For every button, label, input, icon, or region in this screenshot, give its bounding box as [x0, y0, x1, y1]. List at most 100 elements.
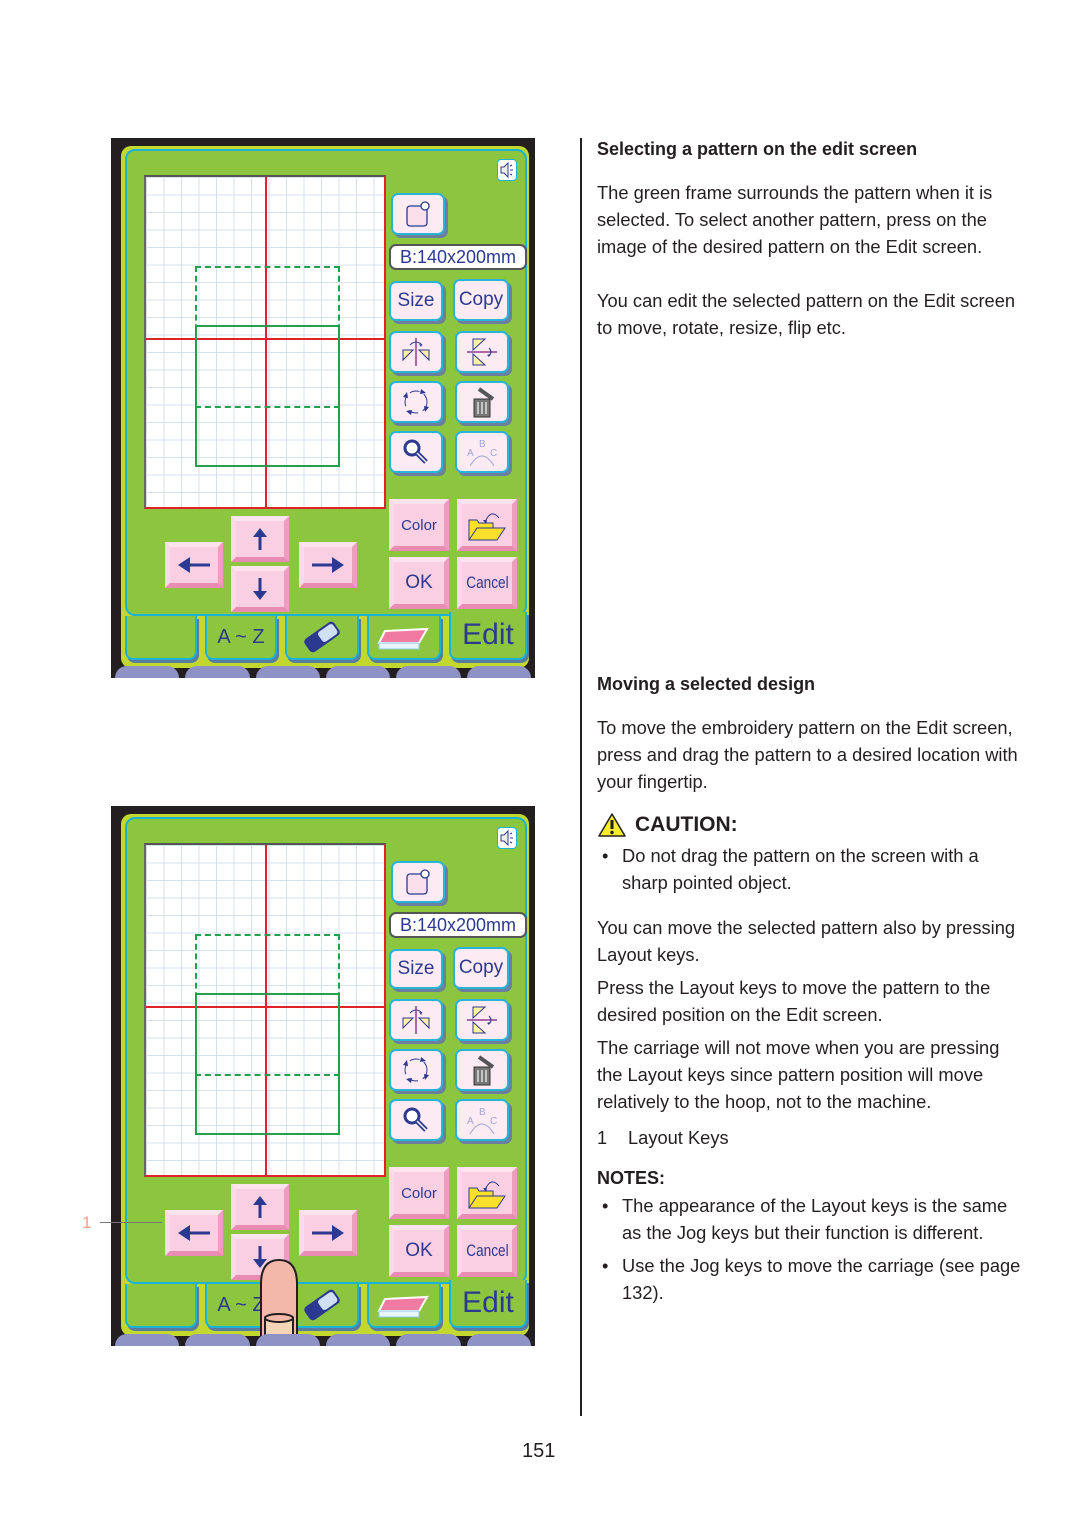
- column-divider: [580, 138, 582, 1416]
- layout-key-left[interactable]: [165, 542, 223, 588]
- arc-text-icon: ABC: [467, 439, 497, 467]
- notes-heading: NOTES:: [597, 1168, 666, 1188]
- arrow-right-icon: [312, 1225, 344, 1241]
- svg-text:B: B: [479, 439, 486, 450]
- mirror-horizontal-button[interactable]: [455, 999, 509, 1041]
- arc-text-button[interactable]: ABC: [455, 431, 509, 473]
- sound-button[interactable]: [497, 827, 517, 849]
- layout-key-up[interactable]: [231, 516, 289, 562]
- hoop-canvas[interactable]: [144, 843, 386, 1177]
- cancel-label: Cancel: [465, 1241, 509, 1260]
- caution-item: • Do not drag the pattern on the screen …: [597, 842, 1027, 896]
- note-item: • Use the Jog keys to move the carriage …: [597, 1252, 1027, 1306]
- bottom-button-strip: [111, 666, 535, 678]
- arc-text-button[interactable]: ABC: [455, 1099, 509, 1141]
- arrow-left-icon: [178, 1225, 210, 1241]
- hoop-icon: [377, 627, 429, 650]
- tab-hoop[interactable]: [367, 1284, 441, 1328]
- svg-text:C: C: [490, 1116, 497, 1127]
- delete-icon: [473, 387, 495, 418]
- tab-hoop[interactable]: [367, 616, 441, 660]
- selected-pattern-frame[interactable]: [195, 325, 340, 467]
- size-button[interactable]: Size: [389, 949, 443, 989]
- copy-button[interactable]: Copy: [453, 947, 509, 989]
- rotate-icon: [403, 1057, 429, 1083]
- tab-eraser[interactable]: [285, 616, 359, 660]
- arrow-up-icon: [253, 1196, 267, 1218]
- tab-a-to-z[interactable]: A ~ Z: [205, 616, 277, 660]
- color-button[interactable]: Color: [389, 1167, 449, 1219]
- cancel-label: Cancel: [465, 573, 509, 592]
- legend-label: Layout Keys: [628, 1127, 729, 1148]
- paragraph: Press the Layout keys to move the patter…: [597, 977, 991, 1025]
- page-number: 151: [522, 1440, 556, 1462]
- hoop-size-label: B:140x200mm: [389, 912, 527, 938]
- open-folder-icon: [468, 1181, 506, 1209]
- rotate-icon: [403, 389, 429, 415]
- zoom-button[interactable]: [389, 431, 443, 473]
- delete-button[interactable]: [455, 381, 509, 423]
- arc-text-icon: ABC: [467, 1107, 497, 1135]
- mirror-vertical-icon: [402, 338, 430, 366]
- zoom-icon: [403, 1107, 428, 1132]
- cancel-button[interactable]: Cancel: [457, 557, 517, 609]
- open-folder-icon: [468, 513, 506, 541]
- mirror-vertical-button[interactable]: [389, 999, 443, 1041]
- arrow-right-icon: [312, 557, 344, 573]
- caution-title: CAUTION:: [635, 813, 738, 836]
- layout-key-right[interactable]: [299, 542, 357, 588]
- figure-legend: 1 Layout Keys: [597, 1124, 1027, 1151]
- layout-key-right[interactable]: [299, 1210, 357, 1256]
- caution-heading: CAUTION:: [597, 811, 1027, 838]
- size-button[interactable]: Size: [389, 281, 443, 321]
- legend-number: 1: [597, 1127, 608, 1148]
- svg-text:C: C: [490, 448, 497, 459]
- arrow-down-icon: [253, 578, 267, 600]
- edit-area: B:140x200mm Size Copy ABC Color OK Cance…: [125, 817, 527, 1284]
- finger-illustration: [260, 1258, 298, 1346]
- edit-screen-top: B:140x200mm Size Copy ABC Color OK Cance…: [111, 138, 535, 678]
- new-pattern-button[interactable]: [391, 193, 445, 235]
- color-button[interactable]: Color: [389, 499, 449, 551]
- rotate-button[interactable]: [389, 381, 443, 423]
- paragraph: The green frame surrounds the pattern wh…: [597, 182, 993, 257]
- mirror-horizontal-button[interactable]: [455, 331, 509, 373]
- paragraph: To move the embroidery pattern on the Ed…: [597, 717, 1018, 792]
- sound-icon: [500, 830, 513, 846]
- screen-bezel: B:140x200mm Size Copy ABC Color OK Cance…: [121, 146, 529, 668]
- open-folder-button[interactable]: [457, 1167, 517, 1219]
- zoom-icon: [403, 439, 428, 464]
- ok-button[interactable]: OK: [389, 557, 449, 609]
- note-item: • The appearance of the Layout keys is t…: [597, 1192, 1027, 1246]
- tab-edit[interactable]: Edit: [449, 1280, 527, 1328]
- sound-icon: [500, 162, 513, 178]
- bottom-button-strip: [111, 1334, 535, 1346]
- delete-button[interactable]: [455, 1049, 509, 1091]
- hoop-canvas[interactable]: [144, 175, 386, 509]
- section-heading: Moving a selected design: [597, 674, 816, 694]
- layout-key-left[interactable]: [165, 1210, 223, 1256]
- svg-text:A: A: [467, 1116, 474, 1127]
- open-folder-button[interactable]: [457, 499, 517, 551]
- copy-button[interactable]: Copy: [453, 279, 509, 321]
- screen-bezel: B:140x200mm Size Copy ABC Color OK Cance…: [121, 814, 529, 1346]
- rotate-button[interactable]: [389, 1049, 443, 1091]
- paragraph: The carriage will not move when you are …: [597, 1037, 1000, 1112]
- ok-button[interactable]: OK: [389, 1225, 449, 1277]
- selected-pattern-frame[interactable]: [195, 993, 340, 1135]
- new-pattern-button[interactable]: [391, 861, 445, 903]
- arrow-up-icon: [253, 528, 267, 550]
- arrow-left-icon: [178, 557, 210, 573]
- tab-blank[interactable]: [125, 616, 197, 660]
- hoop-icon: [377, 1295, 429, 1318]
- sound-button[interactable]: [497, 159, 517, 181]
- tab-blank[interactable]: [125, 1284, 197, 1328]
- layout-key-up[interactable]: [231, 1184, 289, 1230]
- zoom-button[interactable]: [389, 1099, 443, 1141]
- section-moving-design: Moving a selected design To move the emb…: [597, 671, 1027, 1306]
- mirror-vertical-button[interactable]: [389, 331, 443, 373]
- tab-edit[interactable]: Edit: [449, 612, 527, 660]
- layout-key-down[interactable]: [231, 566, 289, 612]
- section-selecting-pattern: Selecting a pattern on the edit screen T…: [597, 136, 1027, 341]
- cancel-button[interactable]: Cancel: [457, 1225, 517, 1277]
